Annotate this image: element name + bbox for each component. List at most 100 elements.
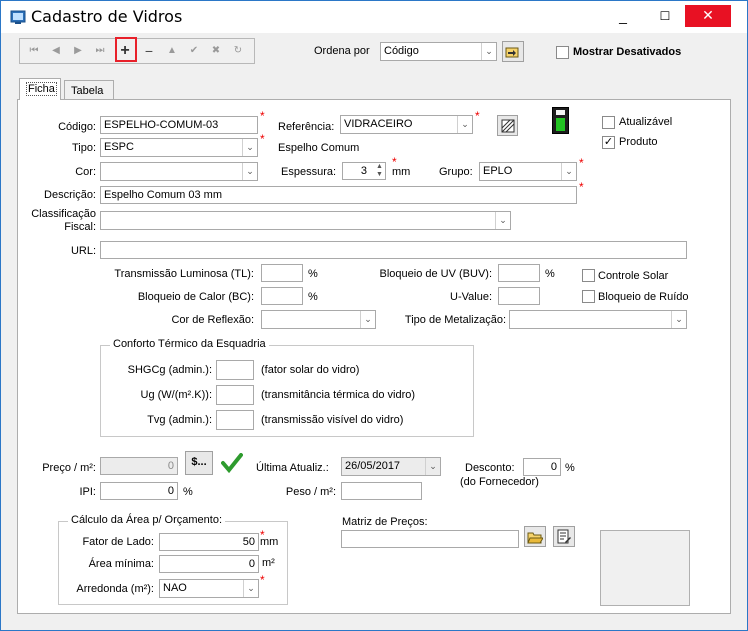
tl-unit: % [308, 268, 318, 280]
grupo-label: Grupo: [439, 166, 473, 178]
reflexao-select[interactable]: ⌄ [261, 310, 376, 329]
required-mark: * [260, 132, 265, 146]
desconto-input[interactable]: 0 [523, 458, 561, 476]
shgcg-input[interactable] [216, 360, 254, 380]
cancel-record-button[interactable]: ✖ [208, 43, 224, 59]
espessura-spinner[interactable]: ▲ ▼ [374, 163, 385, 179]
first-record-button[interactable]: ⏮ [26, 43, 42, 59]
confirm-record-button[interactable]: ✔ [186, 43, 202, 59]
ug-hint: (transmitância térmica do vidro) [261, 389, 416, 401]
referencia-pattern-button[interactable] [497, 115, 518, 136]
descricao-input[interactable]: Espelho Comum 03 mm [100, 186, 577, 204]
url-label: URL: [70, 245, 96, 257]
bc-input[interactable] [261, 287, 303, 305]
desconto-unit: % [565, 462, 575, 474]
document-edit-icon [557, 529, 571, 544]
chevron-down-icon: ⌄ [671, 311, 686, 328]
tipo-select[interactable]: ESPC ⌄ [100, 138, 258, 157]
bloqueio-ruido-checkbox[interactable] [582, 290, 595, 303]
remove-record-button[interactable]: − [141, 43, 157, 59]
chevron-down-icon: ⌄ [495, 212, 510, 229]
ficha-panel: Código: ESPELHO-COMUM-03 * Referência: V… [17, 99, 731, 614]
app-icon [10, 10, 26, 24]
atualizavel-checkbox[interactable] [602, 116, 615, 129]
tab-ficha-label: Ficha [26, 82, 57, 96]
ipi-unit: % [183, 486, 193, 498]
tvg-hint: (transmissão visível do vidro) [261, 414, 404, 426]
controle-solar-label: Controle Solar [598, 270, 669, 282]
grupo-select[interactable]: EPLO ⌄ [479, 162, 577, 181]
produto-checkbox[interactable]: ✓ [602, 136, 615, 149]
ultima-atualizacao-date[interactable]: 26/05/2017 ⌄ [341, 457, 441, 476]
classificacao-select[interactable]: ⌄ [100, 211, 511, 230]
title-bar: Cadastro de Vidros _ ☐ ✕ [1, 1, 747, 33]
metalizacao-select[interactable]: ⌄ [509, 310, 687, 329]
arredonda-value: NAO [163, 582, 187, 594]
arredonda-select[interactable]: NAO ⌄ [159, 579, 259, 598]
cor-select[interactable]: ⌄ [100, 162, 258, 181]
produto-label: Produto [619, 136, 658, 148]
tipo-description: Espelho Comum [278, 142, 360, 154]
fator-lado-input[interactable]: 50 [159, 533, 259, 551]
tab-tabela-label: Tabela [71, 85, 104, 97]
indicator-green [556, 118, 565, 131]
ug-label: Ug (W/(m².K)): [140, 389, 212, 401]
next-record-button[interactable]: ▶ [70, 43, 86, 59]
ug-input[interactable] [216, 385, 254, 405]
refresh-button[interactable]: ↻ [230, 43, 246, 59]
close-button[interactable]: ✕ [685, 5, 731, 27]
cor-label: Cor: [75, 166, 96, 178]
prev-record-button[interactable]: ◀ [48, 43, 64, 59]
chevron-down-icon: ⌄ [561, 163, 576, 180]
maximize-button[interactable]: ☐ [643, 5, 687, 29]
preco-input[interactable]: 0 [100, 457, 178, 475]
codigo-input[interactable]: ESPELHO-COMUM-03 [100, 116, 258, 134]
minimize-button[interactable]: _ [601, 5, 645, 29]
window-title: Cadastro de Vidros [31, 7, 183, 26]
atualizavel-label: Atualizável [619, 116, 673, 128]
buv-input[interactable] [498, 264, 540, 282]
chevron-down-icon: ⌄ [457, 116, 472, 133]
matriz-input[interactable] [341, 530, 519, 548]
add-button-highlight [115, 37, 137, 62]
order-by-select[interactable]: Código ⌄ [380, 42, 497, 61]
controle-solar-checkbox[interactable] [582, 269, 595, 282]
shgcg-label: SHGCg (admin.): [127, 364, 212, 376]
uvalue-label: U-Value: [450, 291, 492, 303]
bc-unit: % [308, 291, 318, 303]
tvg-input[interactable] [216, 410, 254, 430]
area-minima-input[interactable]: 0 [159, 555, 259, 573]
desconto-label: Desconto: [465, 462, 515, 474]
edit-record-button[interactable]: ▲ [164, 43, 180, 59]
shgcg-hint: (fator solar do vidro) [261, 364, 360, 376]
currency-button[interactable]: $... [185, 451, 213, 475]
required-mark: * [260, 573, 265, 587]
bc-label: Bloqueio de Calor (BC): [137, 291, 254, 303]
codigo-label: Código: [58, 121, 96, 133]
chevron-down-icon: ⌄ [360, 311, 375, 328]
ipi-label: IPI: [79, 486, 96, 498]
show-disabled-label: Mostrar Desativados [573, 46, 682, 58]
referencia-select[interactable]: VIDRACEIRO ⌄ [340, 115, 473, 134]
tab-ficha[interactable]: Ficha [19, 78, 61, 100]
last-record-button[interactable]: ⏭ [92, 43, 108, 59]
edit-matrix-button[interactable] [553, 526, 575, 547]
area-minima-unit: m² [262, 557, 275, 569]
ultima-atualizacao-label: Última Atualiz.: [256, 462, 329, 474]
tab-tabela[interactable]: Tabela [64, 80, 114, 100]
bloqueio-ruido-label: Bloqueio de Ruído [598, 291, 689, 303]
order-toggle-button[interactable] [502, 41, 524, 62]
url-input[interactable] [100, 241, 687, 259]
classificacao-label-1: Classificação [31, 208, 96, 220]
peso-input[interactable] [341, 482, 422, 500]
tl-input[interactable] [261, 264, 303, 282]
open-folder-button[interactable] [524, 526, 546, 547]
grupo-value: EPLO [483, 165, 513, 177]
status-indicator [552, 107, 569, 134]
fornecedor-label: (do Fornecedor) [460, 476, 539, 488]
order-by-label: Ordena por [314, 45, 370, 57]
show-disabled-checkbox[interactable] [556, 46, 569, 59]
tipo-label: Tipo: [71, 142, 96, 154]
uvalue-input[interactable] [498, 287, 540, 305]
ipi-input[interactable]: 0 [100, 482, 178, 500]
